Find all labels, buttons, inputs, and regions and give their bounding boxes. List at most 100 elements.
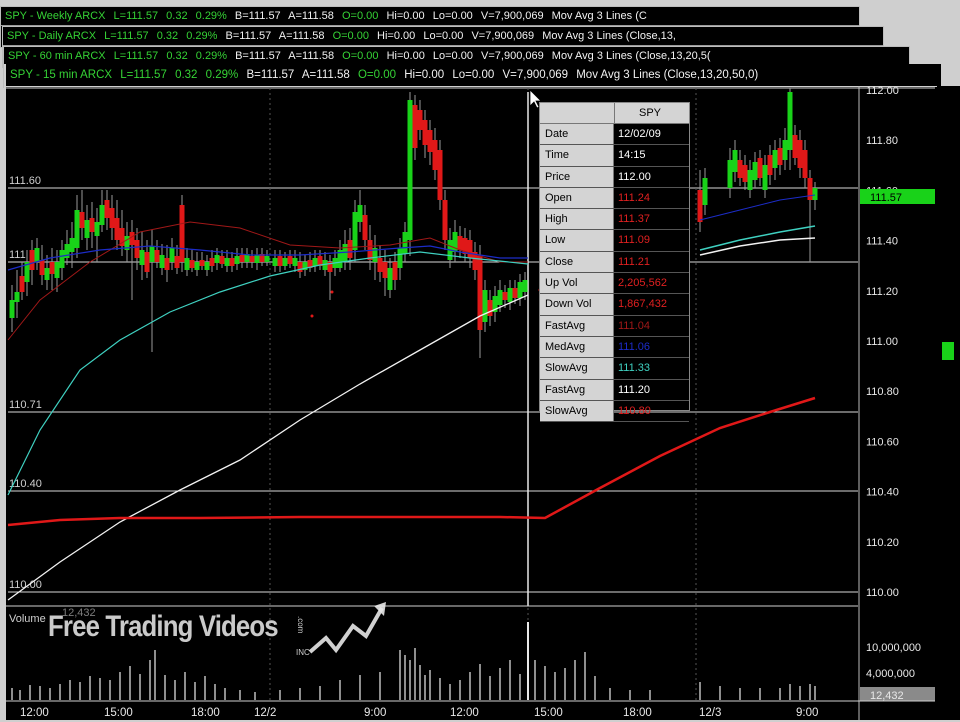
candle-body xyxy=(497,290,503,305)
price-axis-tick: 111.00 xyxy=(866,336,898,348)
data-window-label: Up Vol xyxy=(540,273,614,294)
candle-body xyxy=(204,262,210,270)
data-window-row: Up Vol 2,205,562 xyxy=(540,273,689,295)
data-window-value: 111.20 xyxy=(618,383,651,396)
candle-body xyxy=(34,248,40,262)
candle-body xyxy=(89,218,95,232)
data-window-row: Low 111.09 xyxy=(540,230,689,252)
data-window-row: Price 112.00 xyxy=(540,166,689,188)
time-axis-tick: 9:00 xyxy=(364,707,386,719)
candle-body xyxy=(697,190,703,222)
candle-body xyxy=(272,258,278,266)
price-axis-tick: 110.20 xyxy=(866,537,899,549)
candle-body xyxy=(74,210,80,248)
volume-last-label: 12,432 xyxy=(870,690,904,702)
slow-avg-line xyxy=(699,225,816,251)
price-marker xyxy=(942,342,954,360)
data-window-label: Close xyxy=(540,251,614,273)
level-label: 110.00 xyxy=(9,579,42,591)
candle-body xyxy=(377,258,383,272)
time-axis-tick: 15:00 xyxy=(534,707,563,719)
candle-body xyxy=(422,120,428,145)
time-axis-tick: 12/2 xyxy=(254,707,276,719)
candle-body xyxy=(214,255,220,263)
data-window-label: Price xyxy=(540,166,614,187)
candle-body xyxy=(502,292,508,300)
candle-body xyxy=(732,150,738,172)
data-window-value: 111.21 xyxy=(618,255,651,268)
level-label: 110.71 xyxy=(9,399,42,411)
time-axis-tick: 12:00 xyxy=(20,707,49,719)
candle-body xyxy=(199,260,205,266)
candle-body xyxy=(757,158,763,178)
volume-axis-tick: 10,000,000 xyxy=(866,642,921,654)
data-window-value: 111.33 xyxy=(618,362,651,375)
long-avg-line xyxy=(699,237,816,256)
candle-body xyxy=(362,215,368,240)
candle-body xyxy=(787,92,793,150)
data-window-value: 111.09 xyxy=(618,234,651,247)
data-window-row: Date 12/02/09 xyxy=(540,124,689,146)
data-window-row: Close 111.21 xyxy=(540,251,689,274)
candle-body xyxy=(807,178,813,200)
candle-body xyxy=(802,150,808,178)
candle-body xyxy=(174,256,180,268)
candle-body xyxy=(209,258,215,266)
candle-body xyxy=(427,130,433,152)
candle-body xyxy=(387,268,393,290)
data-window-label: SlowAvg xyxy=(540,358,614,379)
candle-body xyxy=(767,155,773,175)
data-window-label: Open xyxy=(540,187,614,209)
candle-body xyxy=(29,250,35,270)
candle-body xyxy=(179,205,185,262)
candle-body xyxy=(144,252,150,272)
candle-body xyxy=(114,218,120,240)
candle-body xyxy=(14,292,20,302)
candle-body xyxy=(517,282,523,298)
data-window-row: FastAvg 111.04 xyxy=(540,315,689,337)
volume-axis-tick: 4,000,000 xyxy=(866,668,915,680)
candle-body xyxy=(154,250,160,262)
indicator-dot xyxy=(330,290,334,294)
data-window-label: MedAvg xyxy=(540,336,614,358)
candle-body xyxy=(442,200,448,240)
candle-body xyxy=(812,188,818,200)
time-axis-tick: 15:00 xyxy=(104,707,133,719)
data-window-label: Down Vol xyxy=(540,294,614,315)
candle-body xyxy=(417,110,423,130)
candle-body xyxy=(59,250,65,268)
candle-body xyxy=(477,256,483,330)
data-window-row: FastAvg 111.20 xyxy=(540,379,689,401)
candle-body xyxy=(397,248,403,268)
candle-body xyxy=(292,258,298,266)
data-window[interactable]: SPY Date 12/02/09 Time 14:15 Price 112.00 Open… xyxy=(539,102,690,423)
candle-body xyxy=(507,288,513,302)
watermark-logo: Free Trading Videos .com INC xyxy=(48,602,388,672)
data-window-label: High xyxy=(540,209,614,230)
candle-body xyxy=(512,288,518,298)
candle-body xyxy=(39,260,45,275)
candle-body xyxy=(312,258,318,266)
candle-body xyxy=(792,135,798,158)
long-avg-line xyxy=(7,294,529,601)
candle-body xyxy=(352,212,358,250)
candle-body xyxy=(159,255,165,268)
candle-body xyxy=(99,205,105,225)
level-label: 111.60 xyxy=(9,175,41,187)
data-window-label: Time xyxy=(540,145,614,166)
price-axis-tick: 111.80 xyxy=(866,135,898,147)
candle-body xyxy=(407,100,413,240)
data-window-row: Down Vol 1,867,432 xyxy=(540,294,689,316)
time-axis-tick: 18:00 xyxy=(623,707,652,719)
candle-body xyxy=(357,205,363,222)
candle-body xyxy=(134,240,140,258)
price-axis-tick: 110.40 xyxy=(866,487,899,499)
data-window-row: Time 14:15 xyxy=(540,145,689,167)
price-axis-tick: 110.00 xyxy=(866,587,899,599)
candle-body xyxy=(382,262,388,278)
candle-body xyxy=(487,300,493,316)
data-window-row: High 111.37 xyxy=(540,209,689,231)
candle-body xyxy=(239,255,245,262)
candle-body xyxy=(54,262,60,278)
candle-body xyxy=(219,256,225,264)
